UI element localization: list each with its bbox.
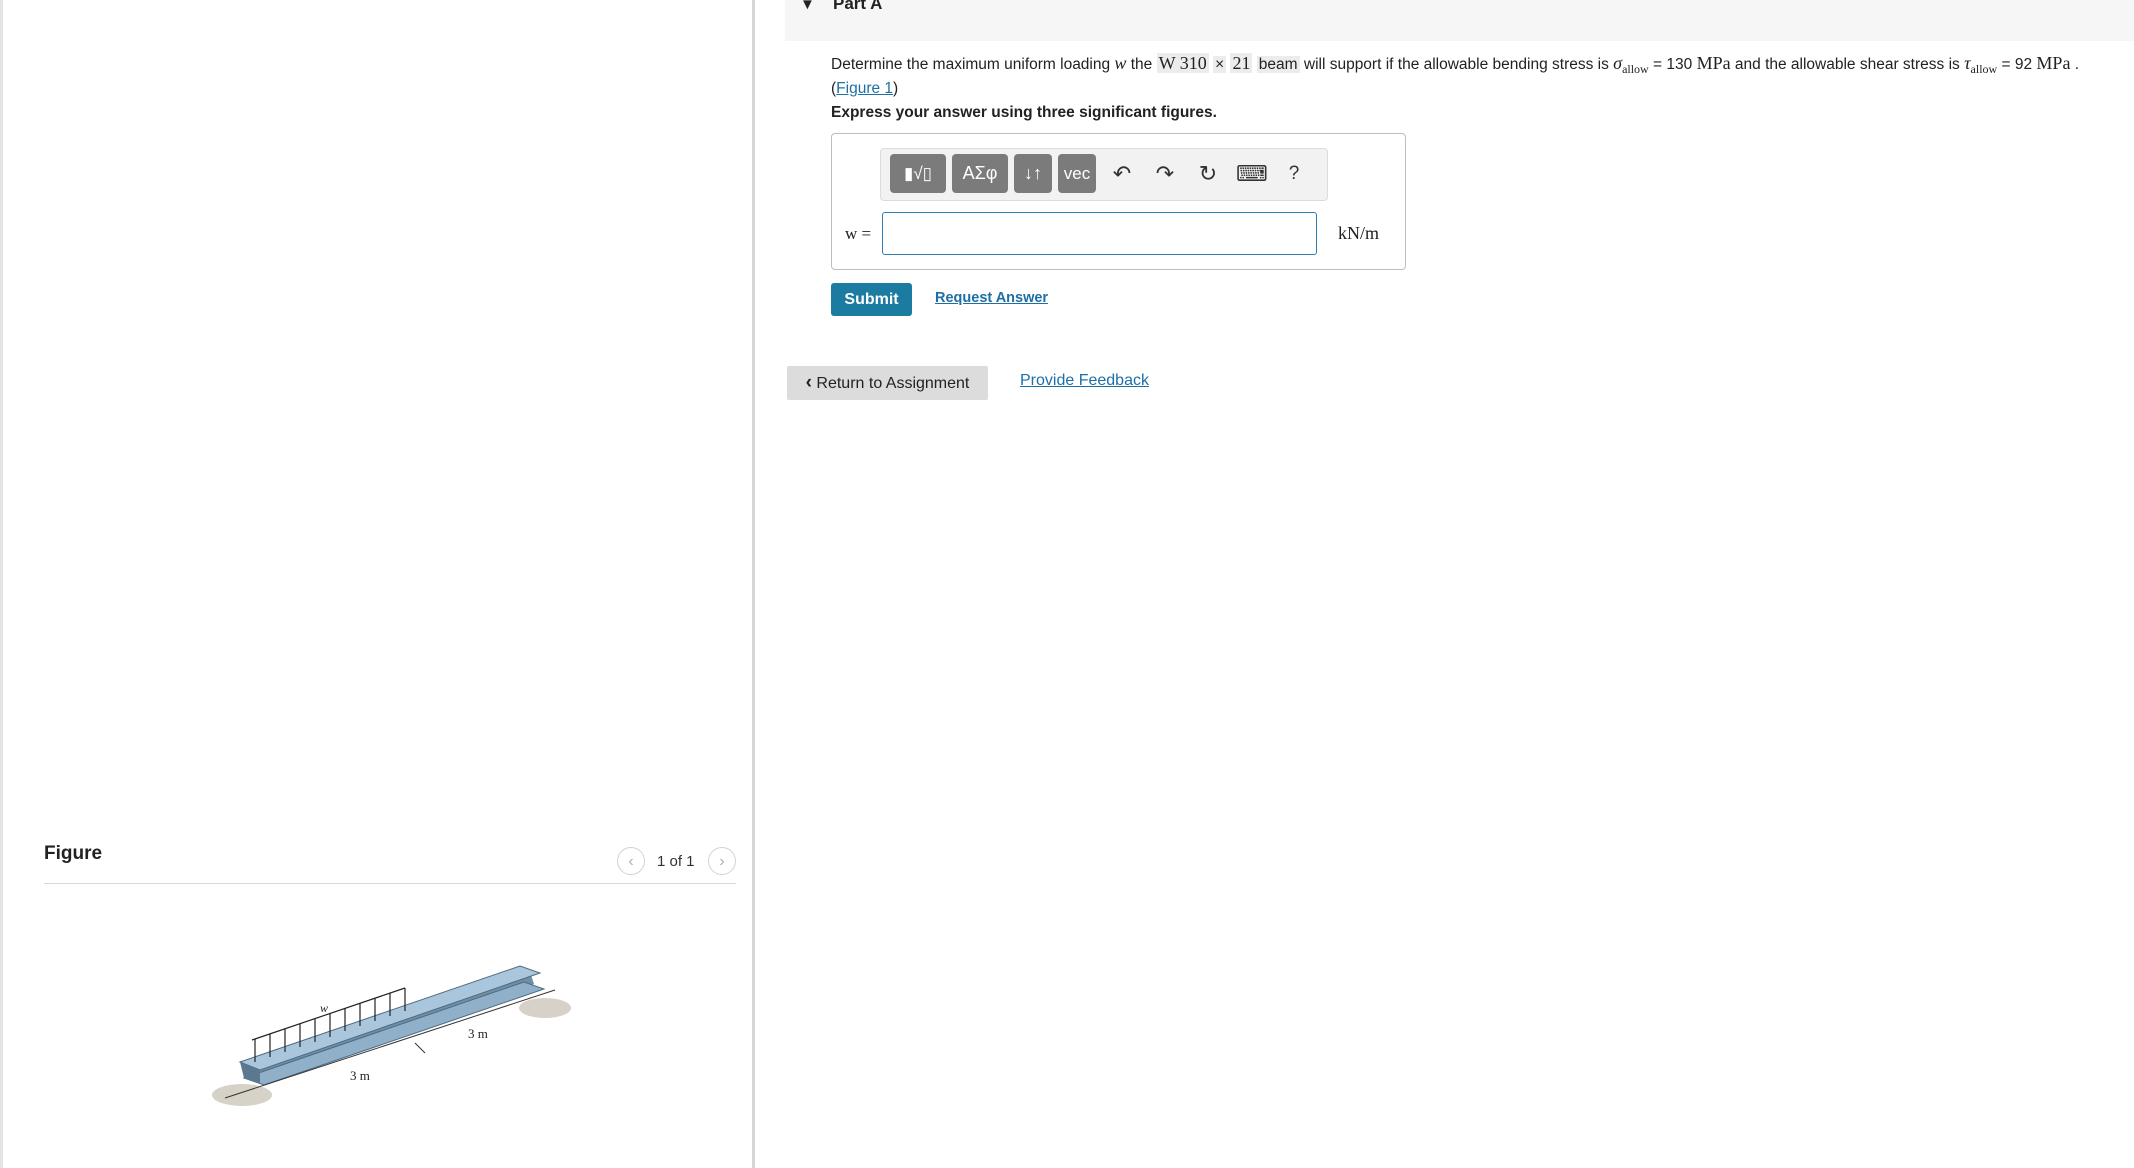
figure-link[interactable]: Figure 1 [836, 80, 893, 97]
tau-value: = 92 [1997, 56, 2037, 73]
undo-icon[interactable]: ↶ [1107, 158, 1137, 190]
var-w: w [1114, 53, 1127, 73]
caret-down-icon[interactable]: ▼ [800, 0, 815, 13]
part-header[interactable] [785, 0, 2134, 41]
question-period: . [2070, 56, 2080, 73]
sigma-unit: MPa [1696, 53, 1731, 73]
reset-icon[interactable]: ↻ [1193, 158, 1223, 190]
help-button[interactable]: ? [1279, 158, 1309, 190]
tau-unit: MPa [2036, 53, 2071, 73]
provide-feedback-link[interactable]: Provide Feedback [1020, 372, 1149, 390]
figure-next-button[interactable]: › [708, 847, 736, 875]
figure-prev-button[interactable]: ‹ [617, 847, 645, 875]
beam-designation: W 310 [1156, 53, 1209, 73]
figure-counter: 1 of 1 [657, 853, 695, 870]
question-text-6: and the allowable shear stress is [1730, 56, 1965, 73]
keyboard-icon[interactable]: ⌨ [1236, 158, 1268, 190]
times-symbol: × [1213, 56, 1227, 73]
return-to-assignment-button[interactable]: ‹ Return to Assignment [787, 366, 988, 400]
question-text-1: Determine the maximum uniform loading [831, 56, 1115, 73]
arrows-button[interactable]: ↓↑ [1014, 154, 1052, 193]
tau-subscript: allow [1970, 62, 1998, 76]
beam-top-flange [238, 965, 542, 1071]
redo-icon[interactable]: ↷ [1150, 158, 1180, 190]
beam-size: 21 [1230, 53, 1253, 73]
support-shadow-right [519, 998, 571, 1018]
templates-button[interactable]: ▮√▯ [890, 154, 946, 193]
figure-title: Figure [44, 843, 103, 864]
unit-label: kN/m [1338, 223, 1380, 243]
answer-label: w = [845, 224, 872, 243]
load-label: w [320, 1001, 328, 1015]
question-text: Determine the maximum uniform loading w … [831, 53, 2111, 99]
beam-word: beam [1256, 56, 1300, 73]
beam-bottom-flange [242, 981, 546, 1086]
beam-figure: 3 m 3 m w [212, 965, 571, 1106]
request-answer-link[interactable]: Request Answer [935, 290, 1048, 306]
return-label: Return to Assignment [816, 375, 970, 392]
question-text-4: will support if the allowable bending st… [1299, 56, 1614, 73]
greek-symbols-button[interactable]: ΑΣφ [952, 154, 1008, 193]
sigma-subscript: allow [1622, 62, 1649, 76]
vector-button[interactable]: vec [1058, 154, 1096, 193]
submit-button[interactable]: Submit [831, 283, 912, 316]
sigma-symbol: σ [1613, 53, 1623, 73]
answer-input[interactable] [882, 212, 1317, 255]
close-paren: ) [893, 80, 899, 97]
support-shadow-left [212, 1084, 272, 1106]
span-label-right: 3 m [468, 1026, 488, 1041]
chevron-left-icon: ‹ [805, 372, 812, 393]
dimension-tick-mid [414, 1042, 426, 1054]
answer-instruction: Express your answer using three signific… [831, 104, 1217, 121]
question-text-2: the [1126, 56, 1157, 73]
part-title: Part A [833, 0, 883, 13]
sigma-value: = 130 [1648, 56, 1697, 73]
figure-divider [44, 883, 736, 884]
span-label-left: 3 m [350, 1068, 370, 1083]
